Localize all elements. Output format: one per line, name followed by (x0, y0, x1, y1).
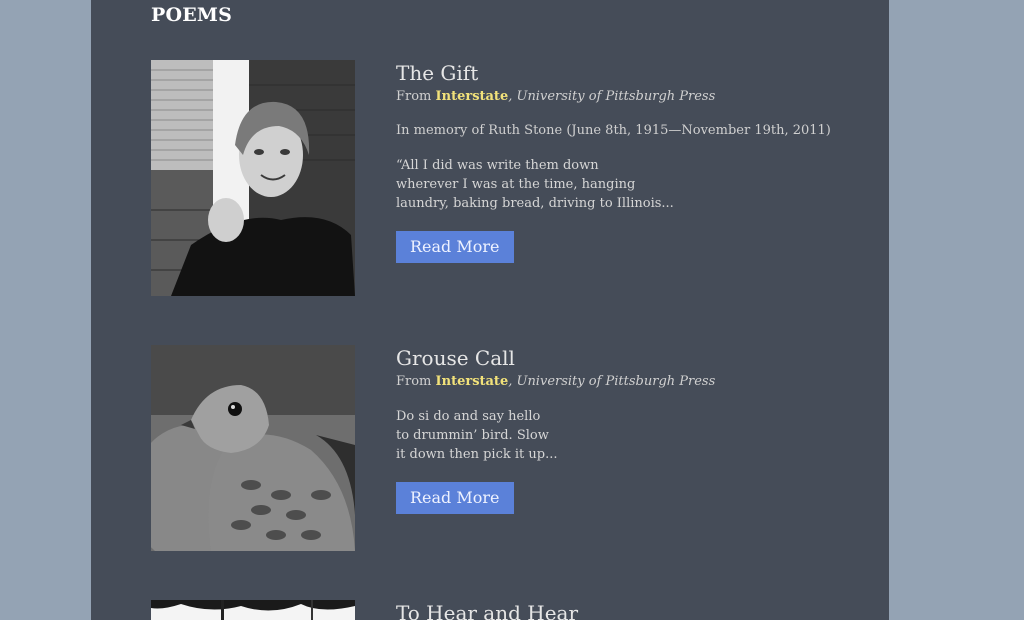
excerpt-line: laundry, baking bread, driving to Illino… (396, 196, 674, 211)
excerpt-line: “All I did was write them down (396, 158, 599, 173)
press-name: , University of Pittsburgh Press (508, 374, 716, 389)
book-link[interactable]: Interstate (436, 374, 509, 389)
poem-title[interactable]: To Hear and Hear (396, 600, 836, 620)
poem-photo-trees[interactable] (151, 600, 355, 620)
poem-title[interactable]: The Gift (396, 60, 836, 86)
press-name: , University of Pittsburgh Press (508, 89, 716, 104)
poem-title[interactable]: Grouse Call (396, 345, 836, 371)
poem-photo-woman[interactable] (151, 60, 355, 296)
excerpt-line: it down then pick it up... (396, 447, 558, 462)
poem-photo-grouse[interactable] (151, 345, 355, 551)
poem-info: The Gift From Interstate, University of … (396, 60, 836, 263)
poem-source: From Interstate, University of Pittsburg… (396, 88, 836, 106)
poem-item-to-hear-and-hear: To Hear and Hear (151, 600, 851, 620)
read-more-button[interactable]: Read More (396, 482, 514, 514)
excerpt-line: to drummin’ bird. Slow (396, 428, 549, 443)
poem-dedication: In memory of Ruth Stone (June 8th, 1915—… (396, 123, 831, 138)
book-link[interactable]: Interstate (436, 89, 509, 104)
section-title: POEMS (151, 4, 233, 26)
read-more-button[interactable]: Read More (396, 231, 514, 263)
poem-excerpt: Do si do and say hello to drummin’ bird.… (396, 407, 836, 464)
poems-panel: POEMS The Gift From Interstate, Universi… (91, 0, 889, 620)
source-prefix: From (396, 89, 436, 104)
poem-excerpt: “All I did was write them down wherever … (396, 156, 836, 213)
poem-info: To Hear and Hear (396, 600, 836, 620)
poem-item-grouse-call: Grouse Call From Interstate, University … (151, 345, 851, 555)
excerpt-line: wherever I was at the time, hanging (396, 177, 636, 192)
poem-item-the-gift: The Gift From Interstate, University of … (151, 60, 851, 300)
poem-source: From Interstate, University of Pittsburg… (396, 373, 836, 391)
excerpt-line: Do si do and say hello (396, 409, 541, 424)
source-prefix: From (396, 374, 436, 389)
poem-info: Grouse Call From Interstate, University … (396, 345, 836, 514)
